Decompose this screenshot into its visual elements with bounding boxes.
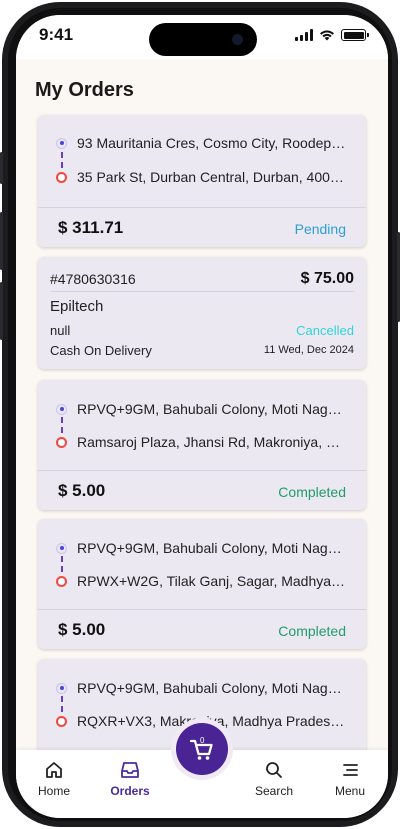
phone-frame: 9:41 My Orders 93 Mauritania Cres, Cosmo…	[0, 2, 400, 827]
volume-down-button	[0, 282, 3, 340]
order-status: Cancelled	[296, 323, 354, 338]
tab-orders[interactable]: Orders	[98, 760, 162, 798]
order-date: 11 Wed, Dec 2024	[263, 344, 354, 356]
page-title: My Orders	[35, 79, 134, 101]
order-card[interactable]: 93 Mauritania Cres, Cosmo City, Roodepoo…	[38, 115, 366, 247]
pickup-address: RPVQ+9GM, Bahubali Colony, Moti Nagar, .…	[77, 540, 347, 556]
route-line	[61, 696, 63, 712]
payment-method: Cash On Delivery	[50, 343, 152, 358]
tab-orders-label: Orders	[110, 784, 150, 798]
camera-icon	[232, 34, 243, 45]
battery-icon	[341, 29, 369, 41]
status-icons	[295, 29, 369, 41]
order-status: Pending	[294, 221, 346, 237]
order-price: $ 5.00	[58, 620, 106, 639]
pickup-address: 93 Mauritania Cres, Cosmo City, Roodepoo…	[77, 135, 347, 151]
tab-home-label: Home	[37, 784, 70, 798]
tab-home[interactable]: Home	[22, 760, 86, 798]
wifi-icon	[320, 30, 334, 41]
order-note: null	[50, 323, 71, 338]
route-line	[61, 152, 63, 168]
volume-up-button	[0, 212, 3, 270]
pickup-address: RPVQ+9GM, Bahubali Colony, Moti Nagar, .…	[77, 401, 347, 417]
order-price: $ 311.71	[58, 218, 124, 237]
tab-search[interactable]: Search	[242, 760, 306, 798]
order-id: #4780630316	[50, 271, 136, 287]
route-line	[61, 556, 63, 572]
pickup-dot-icon	[56, 403, 67, 415]
menu-icon	[343, 764, 358, 776]
cart-button-wrapper: 0	[171, 718, 233, 780]
dropoff-address: Ramsaroj Plaza, Jhansi Rd, Makroniya, Ra…	[77, 434, 347, 450]
pickup-dot-icon	[56, 137, 67, 149]
order-status: Completed	[278, 484, 346, 500]
pickup-address: RPVQ+9GM, Bahubali Colony, Moti Nagar, .…	[77, 680, 347, 696]
status-time: 9:41	[39, 25, 74, 44]
inbox-tray-icon	[121, 762, 139, 778]
tab-search-label: Search	[254, 784, 294, 798]
order-card[interactable]: #4780630316 $ 75.00 Epiltech null Cancel…	[38, 257, 366, 369]
dropoff-dot-icon	[56, 575, 67, 587]
dynamic-island	[149, 23, 257, 56]
home-icon	[46, 762, 62, 778]
action-button	[0, 152, 3, 184]
order-status: Completed	[278, 623, 346, 639]
search-icon	[266, 762, 282, 778]
order-card[interactable]: RPVQ+9GM, Bahubali Colony, Moti Nagar, .…	[38, 519, 366, 649]
dropoff-address: 35 Park St, Durban Central, Durban, 4001…	[77, 169, 347, 185]
cart-count: 0	[200, 736, 205, 745]
dropoff-dot-icon	[56, 715, 67, 727]
app-screen: 9:41 My Orders 93 Mauritania Cres, Cosmo…	[16, 15, 388, 818]
cart-icon	[189, 739, 213, 760]
order-price: $ 5.00	[58, 481, 106, 500]
tab-menu[interactable]: Menu	[318, 760, 382, 798]
order-price: $ 75.00	[300, 270, 354, 287]
tab-menu-label: Menu	[334, 784, 366, 798]
status-bar: 9:41	[16, 15, 388, 59]
order-card[interactable]: RPVQ+9GM, Bahubali Colony, Moti Nagar, .…	[38, 380, 366, 510]
dropoff-dot-icon	[56, 171, 67, 183]
route-line	[61, 417, 63, 433]
dropoff-address: RPWX+W2G, Tilak Ganj, Sagar, Madhya Pr..…	[77, 573, 347, 589]
pickup-dot-icon	[56, 542, 67, 554]
pickup-dot-icon	[56, 682, 67, 694]
dropoff-dot-icon	[56, 436, 67, 448]
cellular-signal-icon	[295, 29, 313, 41]
cart-button[interactable]: 0	[176, 723, 228, 775]
business-name: Epiltech	[50, 298, 104, 315]
